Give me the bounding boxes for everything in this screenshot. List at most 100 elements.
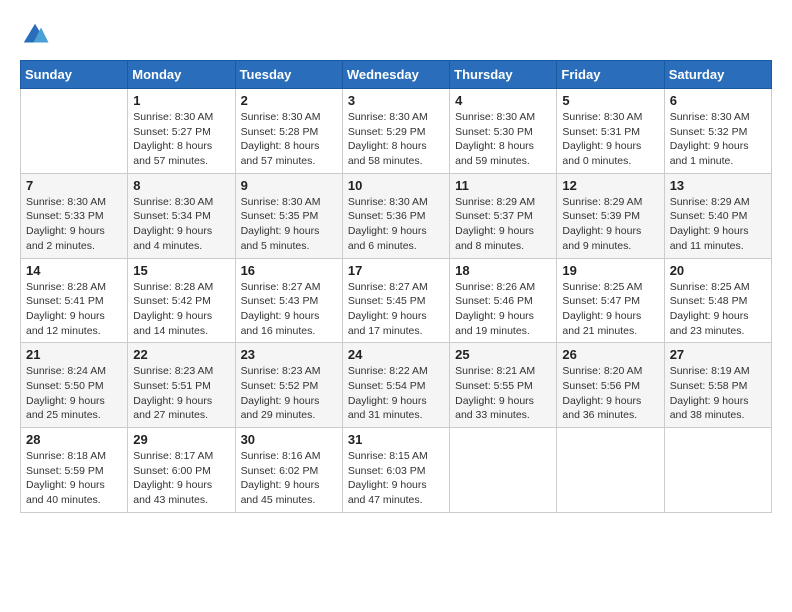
day-number: 6 [670, 93, 766, 108]
header-tuesday: Tuesday [235, 61, 342, 89]
day-number: 18 [455, 263, 551, 278]
day-info: Sunrise: 8:27 AMSunset: 5:43 PMDaylight:… [241, 280, 337, 339]
week-row-3: 21Sunrise: 8:24 AMSunset: 5:50 PMDayligh… [21, 343, 772, 428]
day-info: Sunrise: 8:28 AMSunset: 5:42 PMDaylight:… [133, 280, 229, 339]
day-number: 9 [241, 178, 337, 193]
day-number: 29 [133, 432, 229, 447]
day-number: 15 [133, 263, 229, 278]
day-info: Sunrise: 8:30 AMSunset: 5:35 PMDaylight:… [241, 195, 337, 254]
day-info: Sunrise: 8:30 AMSunset: 5:29 PMDaylight:… [348, 110, 444, 169]
header-sunday: Sunday [21, 61, 128, 89]
calendar-cell: 1Sunrise: 8:30 AMSunset: 5:27 PMDaylight… [128, 89, 235, 174]
calendar-cell: 4Sunrise: 8:30 AMSunset: 5:30 PMDaylight… [450, 89, 557, 174]
header-wednesday: Wednesday [342, 61, 449, 89]
day-number: 16 [241, 263, 337, 278]
week-row-2: 14Sunrise: 8:28 AMSunset: 5:41 PMDayligh… [21, 258, 772, 343]
calendar-cell: 13 Sunrise: 8:29 AMSunset: 5:40 PMDayligh… [664, 173, 771, 258]
day-number: 31 [348, 432, 444, 447]
day-number: 8 [133, 178, 229, 193]
day-number: 10 [348, 178, 444, 193]
calendar-cell: 31 Sunrise: 8:15 AMSunset: 6:03 PMDayligh… [342, 428, 449, 513]
week-row-4: 28 Sunrise: 8:18 AMSunset: 5:59 PMDayligh… [21, 428, 772, 513]
day-number: 30 [241, 432, 337, 447]
day-number: 27 [670, 347, 766, 362]
header-saturday: Saturday [664, 61, 771, 89]
calendar-cell: 3 Sunrise: 8:30 AMSunset: 5:29 PMDaylight… [342, 89, 449, 174]
day-info: Sunrise: 8:15 AMSunset: 6:03 PMDaylight:… [348, 449, 444, 508]
calendar-cell: 18 Sunrise: 8:26 AMSunset: 5:46 PMDayligh… [450, 258, 557, 343]
day-info: Sunrise: 8:19 AMSunset: 5:58 PMDaylight:… [670, 364, 766, 423]
calendar-cell: 19Sunrise: 8:25 AMSunset: 5:47 PMDayligh… [557, 258, 664, 343]
day-number: 7 [26, 178, 122, 193]
day-info: Sunrise: 8:16 AMSunset: 6:02 PMDaylight:… [241, 449, 337, 508]
calendar-cell [664, 428, 771, 513]
calendar-cell: 5 Sunrise: 8:30 AMSunset: 5:31 PMDaylight… [557, 89, 664, 174]
day-number: 2 [241, 93, 337, 108]
calendar-cell: 6Sunrise: 8:30 AMSunset: 5:32 PMDaylight… [664, 89, 771, 174]
day-number: 14 [26, 263, 122, 278]
day-info: Sunrise: 8:30 AMSunset: 5:33 PMDaylight:… [26, 195, 122, 254]
calendar-cell: 27 Sunrise: 8:19 AMSunset: 5:58 PMDayligh… [664, 343, 771, 428]
header-monday: Monday [128, 61, 235, 89]
day-number: 23 [241, 347, 337, 362]
day-info: Sunrise: 8:26 AMSunset: 5:46 PMDaylight:… [455, 280, 551, 339]
calendar-cell: 17 Sunrise: 8:27 AMSunset: 5:45 PMDayligh… [342, 258, 449, 343]
calendar-cell [21, 89, 128, 174]
calendar-cell: 22 Sunrise: 8:23 AMSunset: 5:51 PMDayligh… [128, 343, 235, 428]
day-info: Sunrise: 8:25 AMSunset: 5:48 PMDaylight:… [670, 280, 766, 339]
day-number: 21 [26, 347, 122, 362]
week-row-1: 7 Sunrise: 8:30 AMSunset: 5:33 PMDaylight… [21, 173, 772, 258]
calendar-cell [557, 428, 664, 513]
calendar-cell: 10Sunrise: 8:30 AMSunset: 5:36 PMDayligh… [342, 173, 449, 258]
day-info: Sunrise: 8:29 AMSunset: 5:39 PMDaylight:… [562, 195, 658, 254]
calendar-cell: 30 Sunrise: 8:16 AMSunset: 6:02 PMDayligh… [235, 428, 342, 513]
calendar-header: SundayMondayTuesdayWednesdayThursdayFrid… [21, 61, 772, 89]
calendar-cell: 25 Sunrise: 8:21 AMSunset: 5:55 PMDayligh… [450, 343, 557, 428]
day-info: Sunrise: 8:30 AMSunset: 5:34 PMDaylight:… [133, 195, 229, 254]
day-info: Sunrise: 8:29 AMSunset: 5:37 PMDaylight:… [455, 195, 551, 254]
day-info: Sunrise: 8:23 AMSunset: 5:51 PMDaylight:… [133, 364, 229, 423]
calendar-cell: 29Sunrise: 8:17 AMSunset: 6:00 PMDayligh… [128, 428, 235, 513]
day-number: 20 [670, 263, 766, 278]
day-info: Sunrise: 8:27 AMSunset: 5:45 PMDaylight:… [348, 280, 444, 339]
day-number: 25 [455, 347, 551, 362]
header-thursday: Thursday [450, 61, 557, 89]
day-number: 19 [562, 263, 658, 278]
page-header [20, 20, 772, 50]
day-info: Sunrise: 8:30 AMSunset: 5:31 PMDaylight:… [562, 110, 658, 169]
day-number: 22 [133, 347, 229, 362]
calendar-cell: 24 Sunrise: 8:22 AMSunset: 5:54 PMDayligh… [342, 343, 449, 428]
day-info: Sunrise: 8:30 AMSunset: 5:27 PMDaylight:… [133, 110, 229, 169]
day-number: 5 [562, 93, 658, 108]
day-number: 13 [670, 178, 766, 193]
day-number: 4 [455, 93, 551, 108]
day-number: 3 [348, 93, 444, 108]
day-info: Sunrise: 8:30 AMSunset: 5:28 PMDaylight:… [241, 110, 337, 169]
day-number: 24 [348, 347, 444, 362]
logo [20, 20, 54, 50]
day-info: Sunrise: 8:21 AMSunset: 5:55 PMDaylight:… [455, 364, 551, 423]
day-number: 11 [455, 178, 551, 193]
calendar-cell: 23 Sunrise: 8:23 AMSunset: 5:52 PMDayligh… [235, 343, 342, 428]
day-info: Sunrise: 8:29 AMSunset: 5:40 PMDaylight:… [670, 195, 766, 254]
calendar-cell: 9 Sunrise: 8:30 AMSunset: 5:35 PMDaylight… [235, 173, 342, 258]
day-number: 17 [348, 263, 444, 278]
calendar-cell: 2 Sunrise: 8:30 AMSunset: 5:28 PMDaylight… [235, 89, 342, 174]
calendar-cell: 8 Sunrise: 8:30 AMSunset: 5:34 PMDaylight… [128, 173, 235, 258]
header-row: SundayMondayTuesdayWednesdayThursdayFrid… [21, 61, 772, 89]
calendar-cell: 11 Sunrise: 8:29 AMSunset: 5:37 PMDayligh… [450, 173, 557, 258]
week-row-0: 1Sunrise: 8:30 AMSunset: 5:27 PMDaylight… [21, 89, 772, 174]
calendar-cell: 28 Sunrise: 8:18 AMSunset: 5:59 PMDayligh… [21, 428, 128, 513]
day-number: 12 [562, 178, 658, 193]
day-number: 28 [26, 432, 122, 447]
calendar-cell: 20 Sunrise: 8:25 AMSunset: 5:48 PMDayligh… [664, 258, 771, 343]
calendar-table: SundayMondayTuesdayWednesdayThursdayFrid… [20, 60, 772, 513]
day-info: Sunrise: 8:18 AMSunset: 5:59 PMDaylight:… [26, 449, 122, 508]
calendar-cell: 7 Sunrise: 8:30 AMSunset: 5:33 PMDaylight… [21, 173, 128, 258]
calendar-cell: 14Sunrise: 8:28 AMSunset: 5:41 PMDayligh… [21, 258, 128, 343]
day-info: Sunrise: 8:22 AMSunset: 5:54 PMDaylight:… [348, 364, 444, 423]
calendar-body: 1Sunrise: 8:30 AMSunset: 5:27 PMDaylight… [21, 89, 772, 513]
day-info: Sunrise: 8:23 AMSunset: 5:52 PMDaylight:… [241, 364, 337, 423]
logo-icon [20, 20, 50, 50]
calendar-cell [450, 428, 557, 513]
